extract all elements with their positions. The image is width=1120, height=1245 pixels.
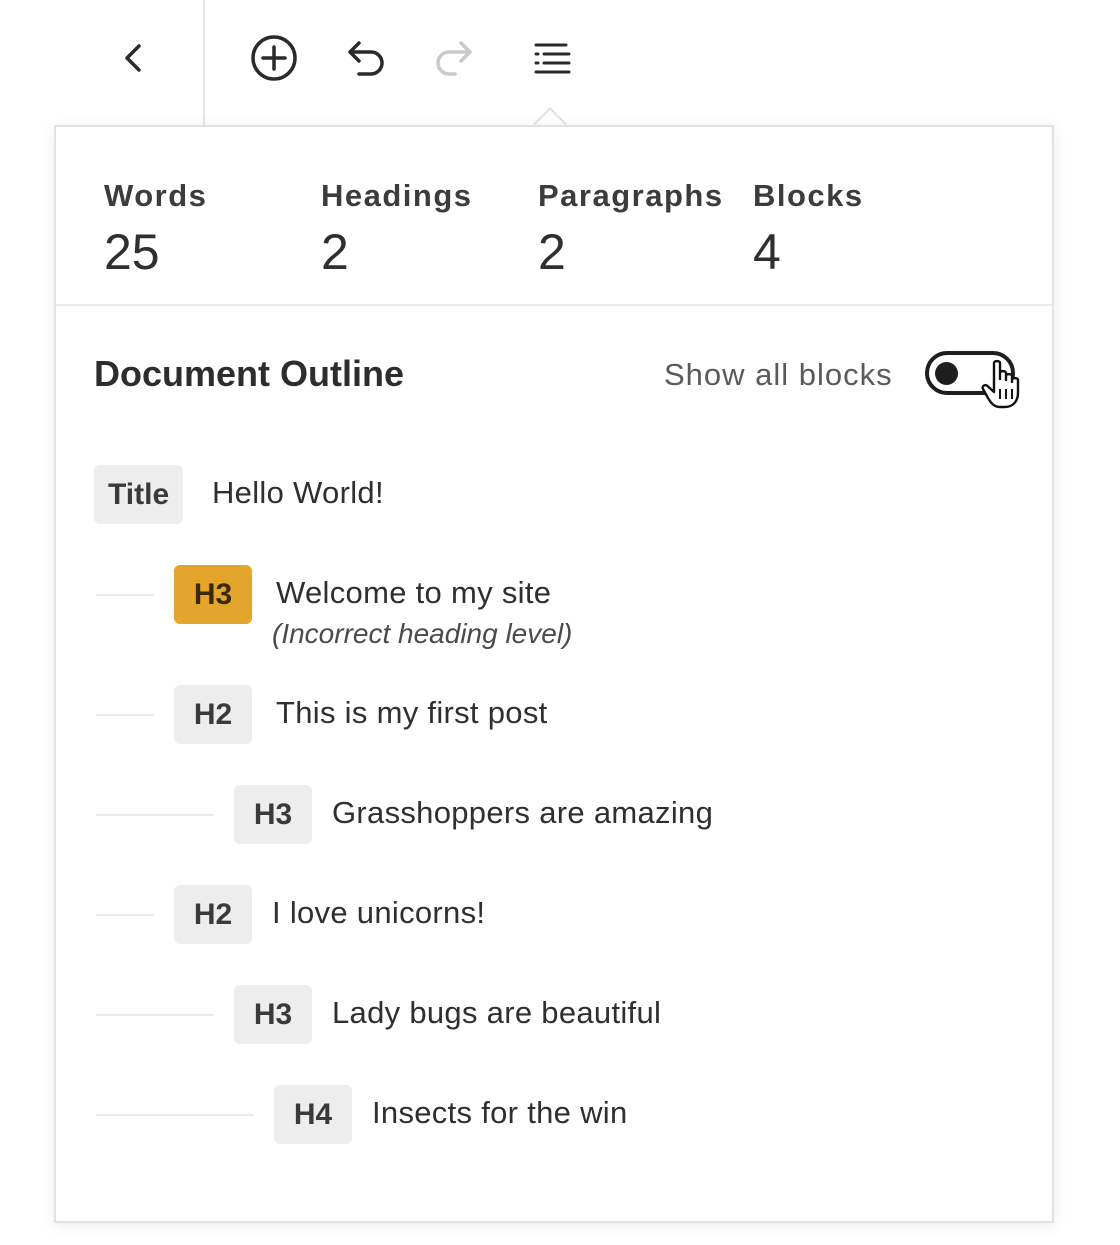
show-all-blocks-toggle[interactable]	[925, 351, 1015, 395]
outline-item-text: Lady bugs are beautiful	[332, 995, 662, 1030]
outline-connector	[96, 594, 154, 596]
outline-item[interactable]: Title Hello World!	[56, 465, 1052, 525]
redo-icon	[436, 41, 472, 76]
add-block-button[interactable]	[246, 30, 302, 86]
stat-headings: Headings 2	[321, 177, 473, 283]
stat-blocks: Blocks 4	[753, 177, 864, 283]
heading-level-badge: Title	[94, 465, 184, 524]
stat-label: Paragraphs	[538, 178, 724, 213]
editor-toolbar	[0, 0, 1120, 126]
undo-button[interactable]	[337, 30, 393, 86]
toolbar-divider	[203, 0, 205, 126]
outline-connector	[96, 714, 154, 716]
outline-connector	[96, 914, 154, 916]
toggle-knob	[935, 362, 958, 385]
stat-label: Headings	[321, 178, 473, 213]
outline-item-text: Welcome to my site	[276, 575, 552, 610]
list-view-icon	[534, 43, 571, 74]
heading-level-badge: H2	[174, 685, 252, 744]
heading-level-badge-warning: H3	[174, 565, 252, 624]
heading-level-badge: H3	[234, 785, 312, 844]
outline-item-text: Insects for the win	[372, 1095, 628, 1130]
document-info-popover: Words 25 Headings 2 Paragraphs 2 Blocks …	[54, 125, 1054, 1223]
stat-value: 2	[538, 224, 566, 280]
heading-level-badge: H2	[174, 885, 252, 944]
redo-button[interactable]	[427, 30, 483, 86]
show-all-blocks-label: Show all blocks	[664, 357, 893, 392]
heading-level-badge: H4	[274, 1085, 352, 1144]
chevron-left-icon	[125, 44, 141, 72]
outline-item-text: I love unicorns!	[272, 895, 486, 930]
plus-circle-icon	[251, 35, 297, 81]
stat-value: 25	[104, 224, 160, 280]
incorrect-level-note: (Incorrect heading level)	[272, 618, 573, 649]
details-button[interactable]	[524, 30, 580, 86]
outline-connector	[96, 1014, 214, 1016]
undo-icon	[348, 41, 384, 76]
stat-label: Words	[104, 178, 208, 213]
outline-item[interactable]: H2 I love unicorns!	[56, 885, 1052, 945]
stat-paragraphs: Paragraphs 2	[538, 177, 724, 283]
outline-item[interactable]: H3 Welcome to my site (Incorrect heading…	[56, 565, 1052, 649]
heading-level-badge: H3	[234, 985, 312, 1044]
outline-connector	[96, 1114, 254, 1116]
stat-words: Words 25	[104, 177, 207, 283]
outline-item[interactable]: H3 Grasshoppers are amazing	[56, 785, 1052, 845]
document-stats: Words 25 Headings 2 Paragraphs 2 Blocks …	[56, 127, 1052, 306]
outline-item[interactable]: H3 Lady bugs are beautiful	[56, 985, 1052, 1045]
stat-label: Blocks	[753, 178, 864, 213]
outline-connector	[96, 814, 214, 816]
outline-item-text: Hello World!	[212, 475, 384, 510]
back-button[interactable]	[106, 30, 162, 86]
outline-title: Document Outline	[94, 353, 405, 394]
stat-value: 2	[321, 224, 349, 280]
outline-item-text: This is my first post	[276, 695, 548, 730]
outline-item-text: Grasshoppers are amazing	[332, 795, 714, 830]
outline-item[interactable]: H4 Insects for the win	[56, 1085, 1052, 1145]
outline-item[interactable]: H2 This is my first post	[56, 685, 1052, 745]
stat-value: 4	[753, 224, 781, 280]
